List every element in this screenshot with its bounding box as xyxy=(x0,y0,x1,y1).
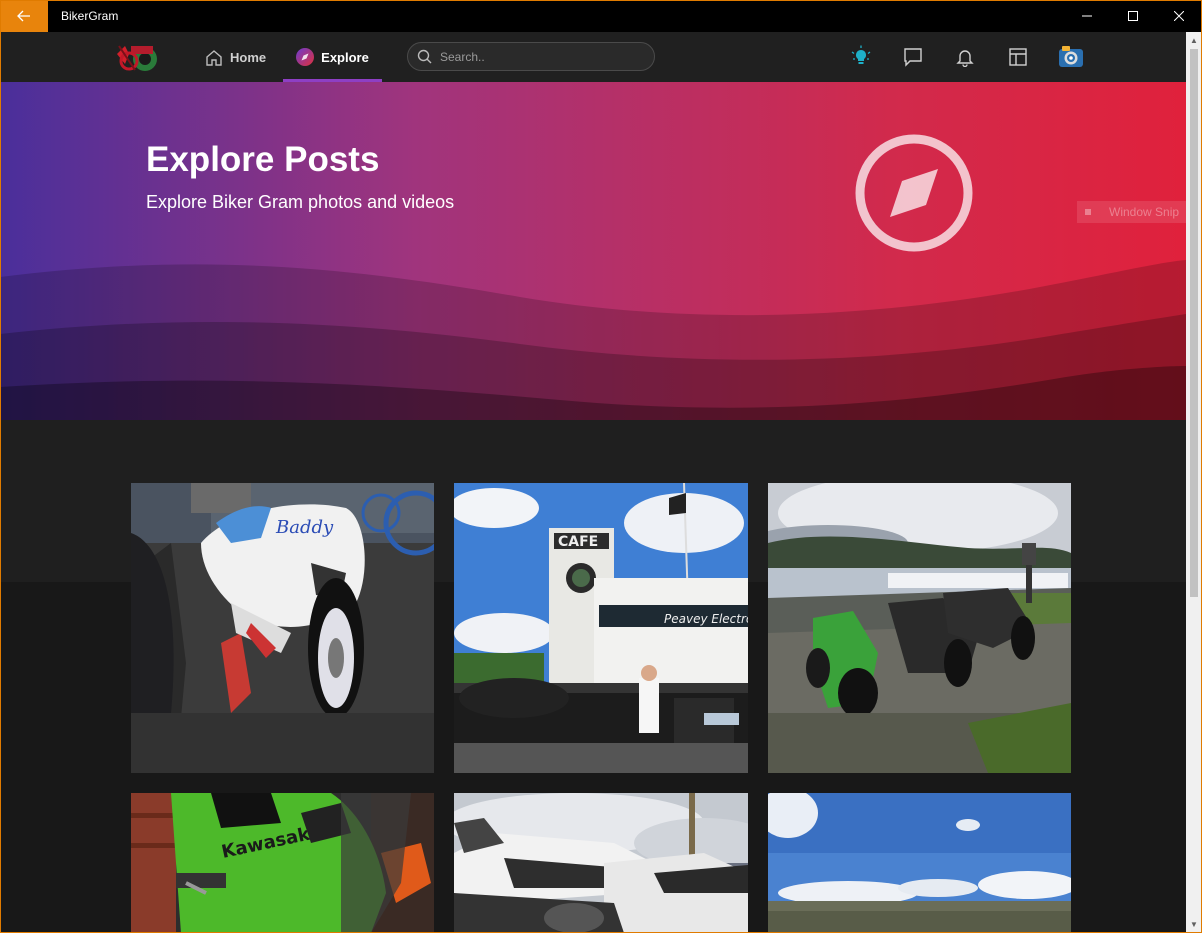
cafe-sign: CAFE xyxy=(558,534,598,550)
search-input[interactable] xyxy=(438,48,642,65)
bike-decal-text: Baddy xyxy=(275,517,334,538)
lightbulb-icon[interactable] xyxy=(848,44,874,70)
search-icon xyxy=(417,49,432,64)
post-image xyxy=(768,793,1071,933)
camera-icon[interactable] xyxy=(1058,44,1084,70)
post-image xyxy=(454,793,748,933)
vertical-scrollbar[interactable]: ▲ ▼ xyxy=(1186,32,1202,933)
hero-title: Explore Posts xyxy=(146,140,380,179)
chat-icon[interactable] xyxy=(900,44,926,70)
snip-icon xyxy=(1085,209,1091,215)
layout-icon[interactable] xyxy=(1005,44,1031,70)
post-image: Kawasaki xyxy=(131,793,434,933)
home-icon xyxy=(205,49,223,66)
nav-home-label: Home xyxy=(230,49,267,65)
bikergram-logo[interactable] xyxy=(115,40,161,74)
back-button[interactable] xyxy=(0,0,48,32)
minimize-icon xyxy=(1082,15,1092,17)
title-bar: BikerGram xyxy=(0,0,1202,32)
window-snip-label: Window Snip xyxy=(1109,205,1180,219)
close-button[interactable] xyxy=(1156,0,1202,32)
scroll-up-icon[interactable]: ▲ xyxy=(1186,32,1202,49)
window-snip-tooltip: Window Snip xyxy=(1077,201,1186,223)
minimize-button[interactable] xyxy=(1064,0,1110,32)
nav-home[interactable]: Home xyxy=(205,32,266,82)
scroll-down-icon[interactable]: ▼ xyxy=(1186,916,1202,933)
post-image: Baddy xyxy=(131,483,434,773)
post-tile[interactable]: Kawasaki xyxy=(131,793,434,933)
hero-subtitle: Explore Biker Gram photos and videos xyxy=(146,192,455,212)
post-tile[interactable] xyxy=(454,793,748,933)
peavey-sign: Peavey Electro xyxy=(664,612,748,626)
compass-icon xyxy=(855,134,973,252)
post-image: CAFE Peavey Electro xyxy=(454,483,748,773)
back-arrow-icon xyxy=(17,10,30,22)
scroll-thumb[interactable] xyxy=(1190,49,1198,597)
search-box[interactable] xyxy=(407,42,655,71)
close-icon xyxy=(1174,11,1184,21)
nav-explore[interactable]: Explore xyxy=(283,32,382,82)
post-tile[interactable] xyxy=(768,483,1071,773)
post-tile[interactable]: CAFE Peavey Electro xyxy=(454,483,748,773)
compass-icon xyxy=(296,48,315,66)
maximize-icon xyxy=(1128,11,1138,21)
window-title: BikerGram xyxy=(61,9,119,23)
post-tile[interactable]: Baddy xyxy=(131,483,434,773)
nav-bar: Home Explore xyxy=(0,32,1186,83)
post-tile[interactable] xyxy=(768,793,1071,933)
bell-icon[interactable] xyxy=(952,44,978,70)
nav-explore-label: Explore xyxy=(321,49,369,65)
maximize-button[interactable] xyxy=(1110,0,1156,32)
post-image xyxy=(768,483,1071,773)
